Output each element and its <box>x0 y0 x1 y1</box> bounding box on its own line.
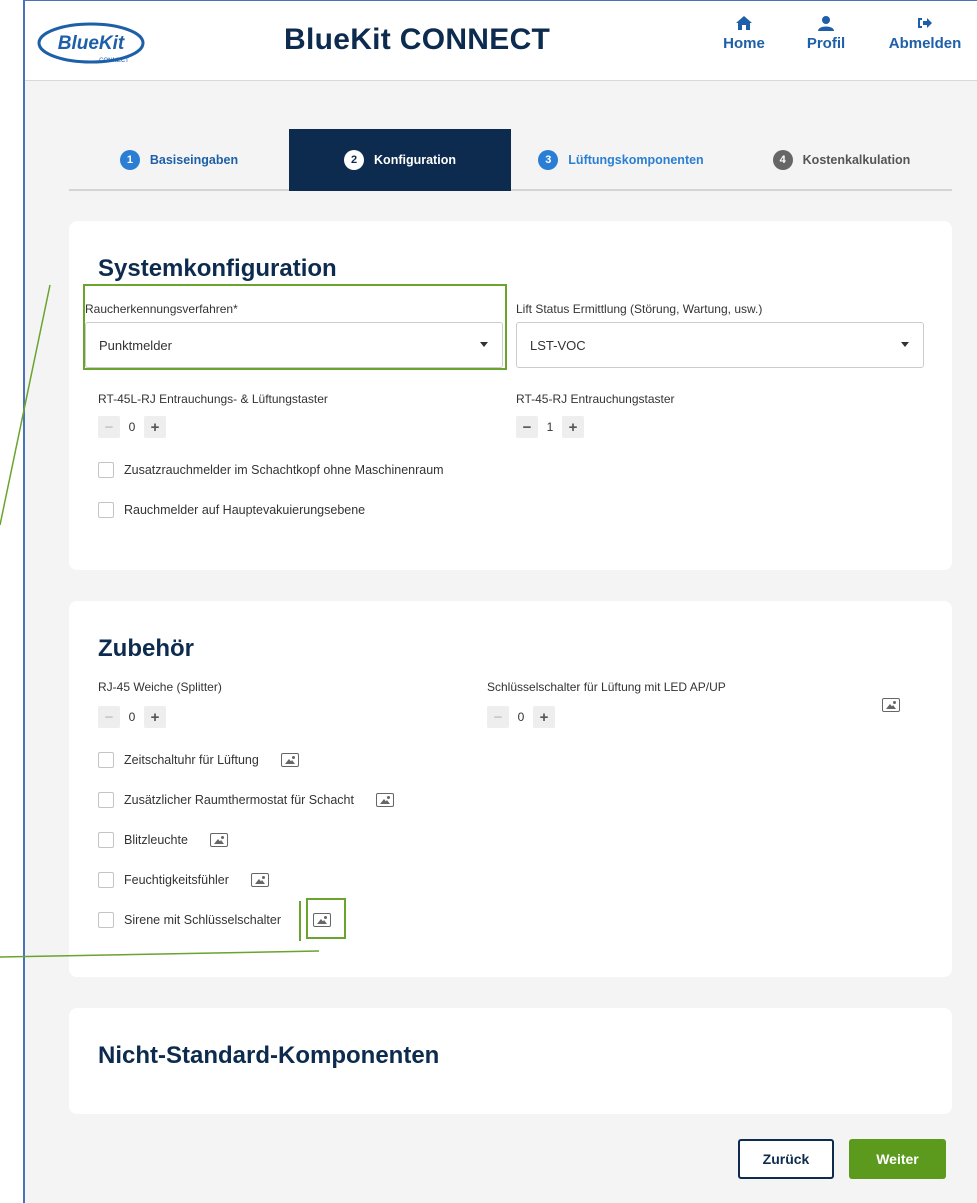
key-switch-stepper: − 0 + <box>487 706 555 728</box>
wizard-steps: 1 Basiseingaben 2 Konfiguration 3 Lüftun… <box>69 129 952 191</box>
checkbox-label: Sirene mit Schlüsselschalter <box>124 913 282 927</box>
accessories-title: Zubehör <box>98 635 194 662</box>
checkbox-label: Zeitschaltuhr für Lüftung <box>124 753 259 767</box>
checkbox[interactable] <box>98 872 114 888</box>
step-number: 1 <box>119 150 140 170</box>
logout-icon <box>918 18 932 28</box>
system-config-card: Systemkonfiguration Raucherkennungsverfa… <box>69 221 952 570</box>
step-number: 3 <box>538 150 559 170</box>
smoke-detection-label: Raucherkennungsverfahren* <box>85 302 238 316</box>
increment-button[interactable]: + <box>144 416 166 438</box>
app-title: BlueKit CONNECT <box>284 23 551 56</box>
checkbox[interactable] <box>98 462 114 478</box>
back-button[interactable]: Zurück <box>738 1139 834 1179</box>
rj45-splitter-value: 0 <box>128 710 136 724</box>
annotation-marker <box>299 901 301 941</box>
logo-text: BlueKit <box>58 33 125 54</box>
checkbox[interactable] <box>98 832 114 848</box>
checkbox-label: Zusätzlicher Raumthermostat für Schacht <box>124 793 354 807</box>
lift-status-select[interactable]: LST-VOC <box>516 322 924 368</box>
nav-home[interactable]: Home <box>719 15 769 52</box>
checkbox-label: Feuchtigkeitsfühler <box>124 873 229 887</box>
tab-konfiguration[interactable]: 2 Konfiguration <box>289 129 511 191</box>
accessory-item-thermostat: Zusätzlicher Raumthermostat für Schacht <box>98 792 394 808</box>
nav-profil-label: Profil <box>806 35 846 52</box>
image-icon[interactable] <box>209 833 228 847</box>
home-icon <box>736 16 752 30</box>
evacuation-level-smoke-detector-option: Rauchmelder auf Hauptevakuierungsebene <box>98 502 365 518</box>
tab-kostenkalkulation[interactable]: 4 Kostenkalkulation <box>731 129 952 191</box>
app-frame: BlueKit CONNECT BlueKit CONNECT Home Pro… <box>23 0 977 1203</box>
chevron-down-icon <box>480 342 488 347</box>
step-label: Kostenkalkulation <box>802 153 911 167</box>
rt45l-quantity-stepper: − 0 + <box>98 416 166 438</box>
header-bar: BlueKit CONNECT BlueKit CONNECT Home Pro… <box>25 1 977 81</box>
checkbox[interactable] <box>98 792 114 808</box>
rt45l-value: 0 <box>128 420 136 434</box>
user-icon <box>818 16 834 31</box>
nonstandard-components-title: Nicht-Standard-Komponenten <box>98 1042 440 1069</box>
tab-basiseingaben[interactable]: 1 Basiseingaben <box>69 129 289 191</box>
smoke-detection-value: Punktmelder <box>99 337 172 353</box>
nonstandard-components-card: Nicht-Standard-Komponenten <box>69 1008 952 1114</box>
checkbox-label: Blitzleuchte <box>124 833 188 847</box>
increment-button[interactable]: + <box>144 706 166 728</box>
image-icon[interactable] <box>280 753 299 767</box>
lift-status-label: Lift Status Ermittlung (Störung, Wartung… <box>516 302 763 316</box>
nav-home-label: Home <box>723 35 765 52</box>
accessory-item-siren: Sirene mit Schlüsselschalter <box>98 912 332 928</box>
key-switch-value: 0 <box>517 710 525 724</box>
rj45-splitter-stepper: − 0 + <box>98 706 166 728</box>
decrement-button[interactable]: − <box>487 706 509 728</box>
rt45-quantity-stepper: − 1 + <box>516 416 584 438</box>
accessory-item-humidity-sensor: Feuchtigkeitsfühler <box>98 872 269 888</box>
checkbox[interactable] <box>98 912 114 928</box>
image-icon[interactable] <box>313 913 332 927</box>
bluekit-logo[interactable]: BlueKit CONNECT <box>36 21 146 67</box>
step-label: Basiseingaben <box>149 153 239 167</box>
decrement-button[interactable]: − <box>98 416 120 438</box>
step-number: 4 <box>772 150 793 170</box>
increment-button[interactable]: + <box>533 706 555 728</box>
image-icon[interactable] <box>250 873 269 887</box>
smoke-detection-select[interactable]: Punktmelder <box>85 322 503 368</box>
accessory-item-flash-light: Blitzleuchte <box>98 832 228 848</box>
checkbox[interactable] <box>98 752 114 768</box>
nav-abmelden[interactable]: Abmelden <box>880 15 970 52</box>
accessories-card: Zubehör RJ-45 Weiche (Splitter) − 0 + Sc… <box>69 601 952 977</box>
step-label: Konfiguration <box>374 153 456 167</box>
tab-lueftungskomponenten[interactable]: 3 Lüftungskomponenten <box>511 129 731 191</box>
rt45l-label: RT-45L-RJ Entrauchungs- & Lüftungstaster <box>98 392 328 406</box>
accessory-item-timer: Zeitschaltuhr für Lüftung <box>98 752 299 768</box>
rt45-label: RT-45-RJ Entrauchungstaster <box>516 392 675 406</box>
step-number: 2 <box>344 150 365 170</box>
decrement-button[interactable]: − <box>516 416 538 438</box>
image-icon[interactable] <box>882 698 900 712</box>
shaft-head-smoke-detector-option: Zusatzrauchmelder im Schachtkopf ohne Ma… <box>98 462 444 478</box>
key-switch-label: Schlüsselschalter für Lüftung mit LED AP… <box>487 680 726 694</box>
decrement-button[interactable]: − <box>98 706 120 728</box>
checkbox-label: Zusatzrauchmelder im Schachtkopf ohne Ma… <box>124 463 444 477</box>
increment-button[interactable]: + <box>562 416 584 438</box>
chevron-down-icon <box>901 342 909 347</box>
lift-status-value: LST-VOC <box>530 337 586 353</box>
rt45-value: 1 <box>546 420 554 434</box>
next-button[interactable]: Weiter <box>849 1139 946 1179</box>
system-config-title: Systemkonfiguration <box>98 255 337 282</box>
nav-abmelden-label: Abmelden <box>888 35 962 52</box>
image-icon[interactable] <box>375 793 394 807</box>
rj45-splitter-label: RJ-45 Weiche (Splitter) <box>98 680 222 694</box>
nav-profil[interactable]: Profil <box>801 15 851 52</box>
logo-subtext: CONNECT <box>99 58 129 64</box>
step-label: Lüftungskomponenten <box>568 153 704 167</box>
checkbox[interactable] <box>98 502 114 518</box>
checkbox-label: Rauchmelder auf Hauptevakuierungsebene <box>124 503 366 517</box>
